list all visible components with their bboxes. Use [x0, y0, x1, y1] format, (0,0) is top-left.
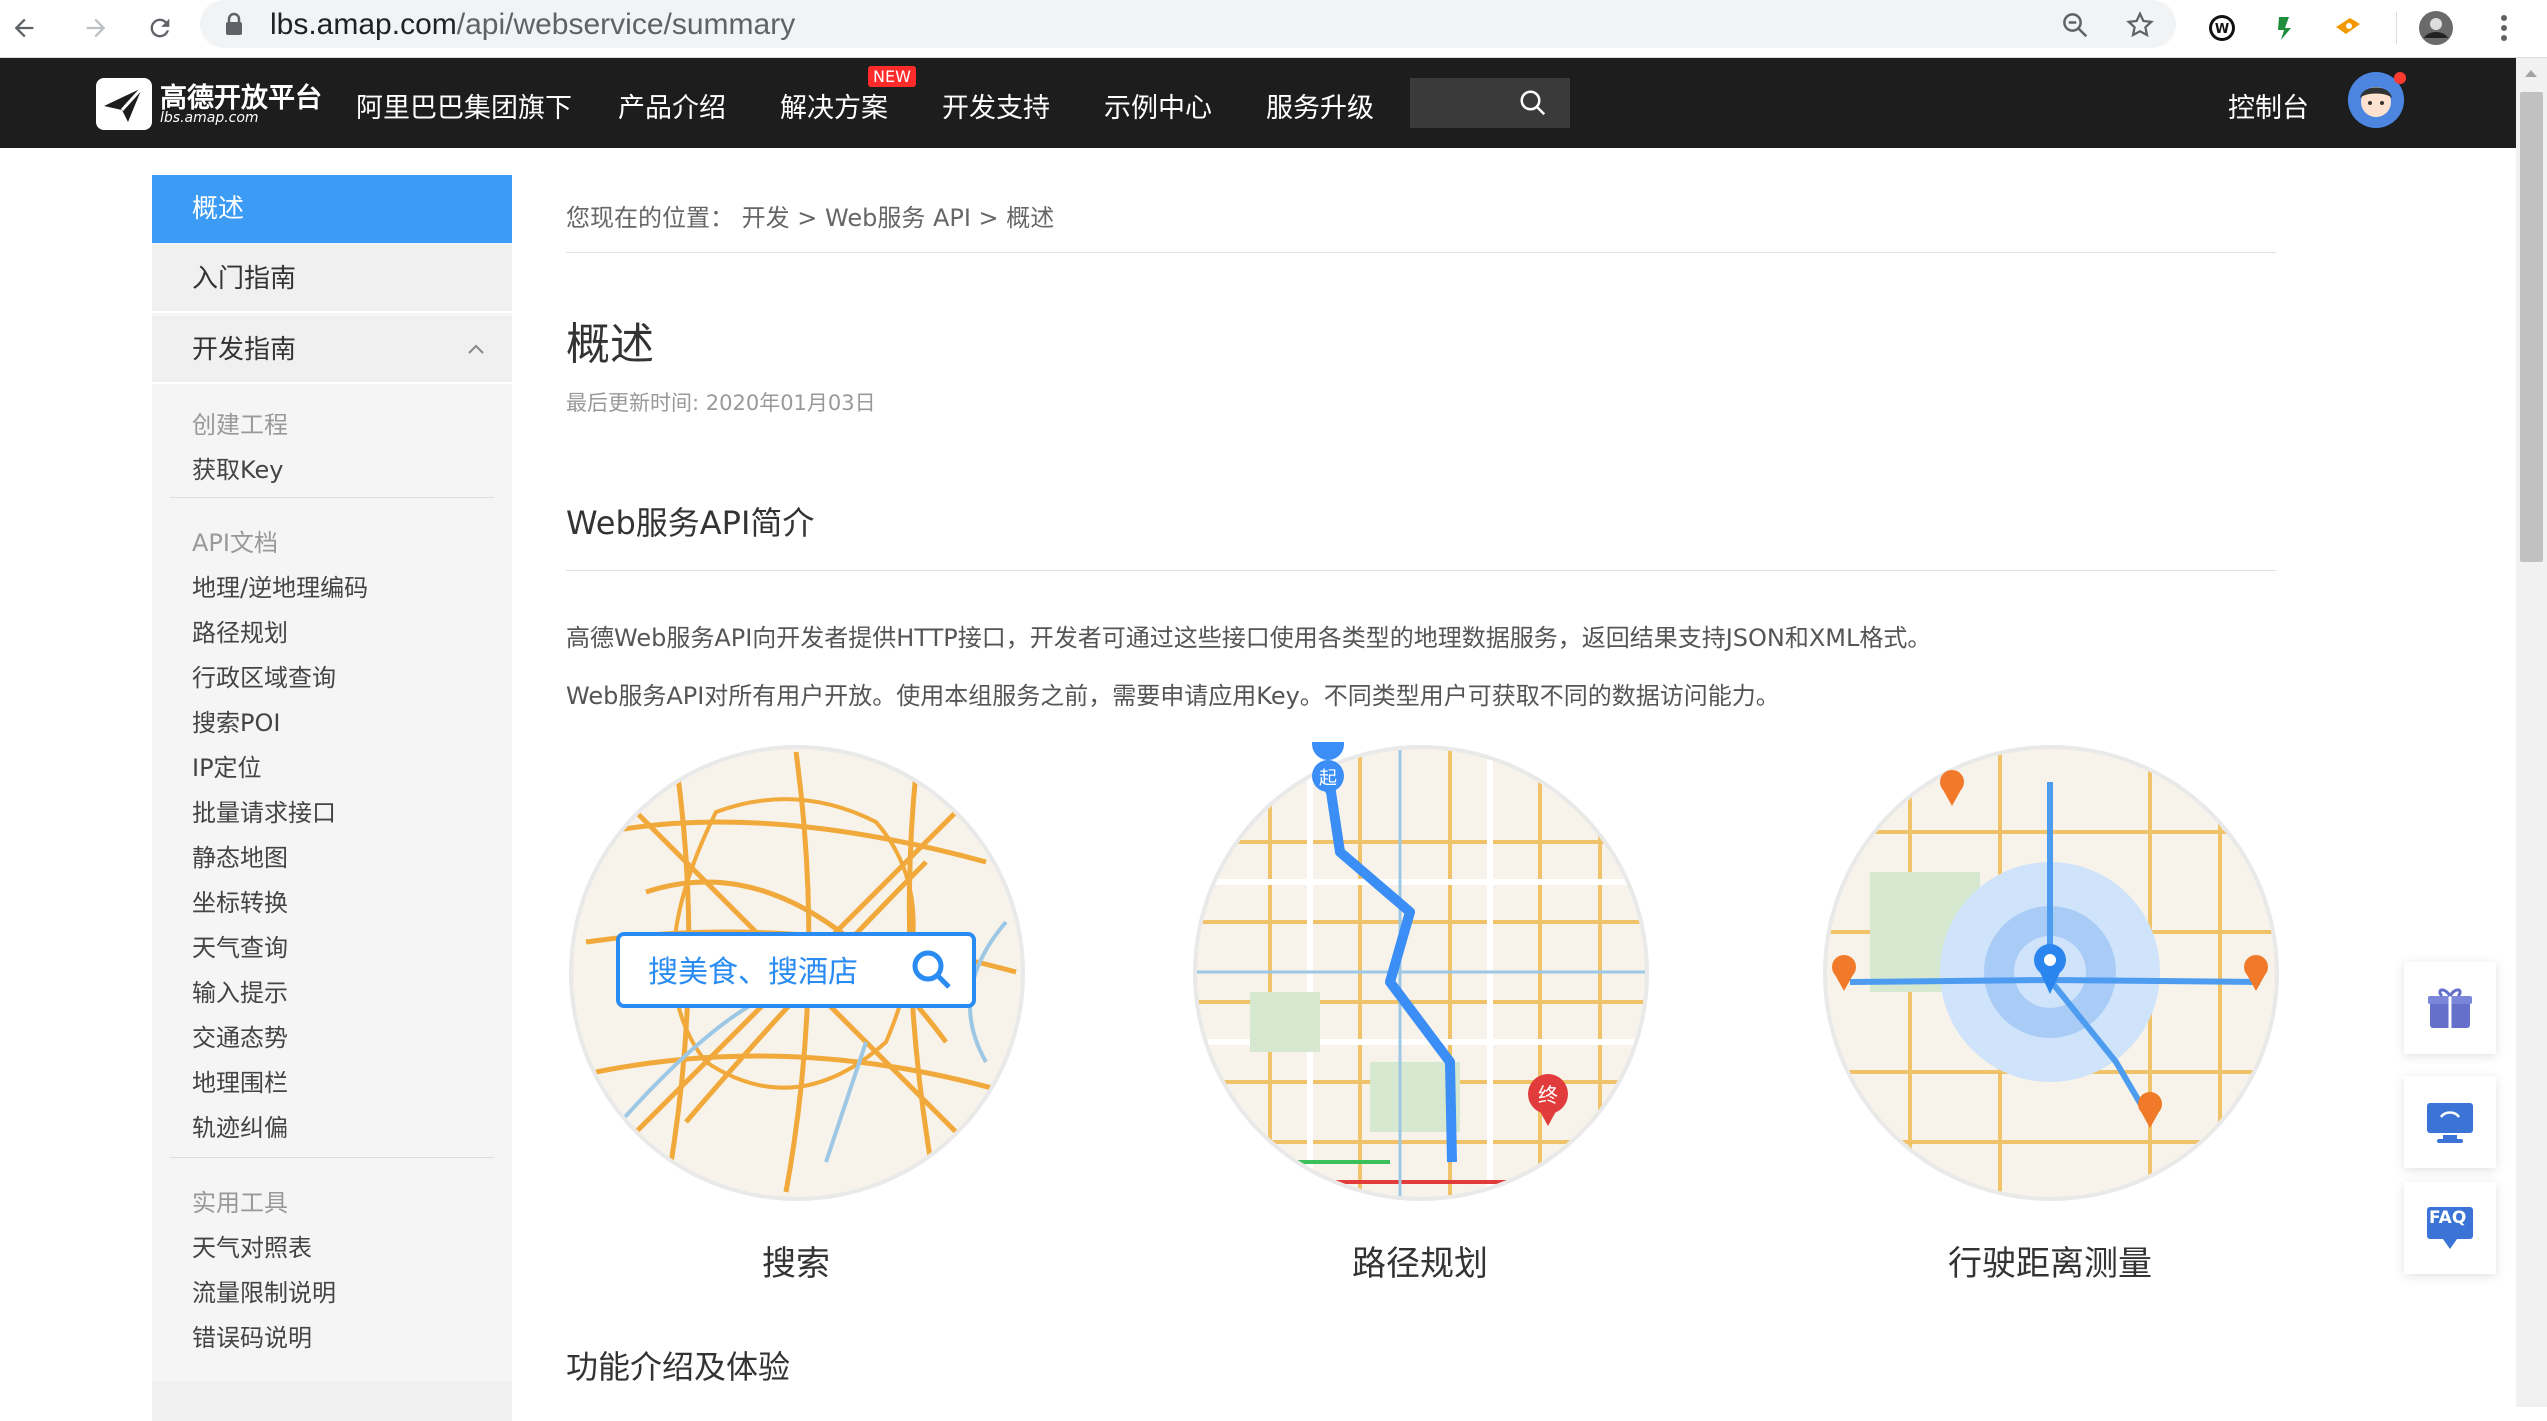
search-map-illustration: 搜美食、搜酒店: [569, 745, 1025, 1201]
faq-label: FAQ: [2429, 1208, 2467, 1228]
feature-label-route[interactable]: 路径规划: [1190, 1236, 1650, 1285]
sidebar-item-district-query[interactable]: 行政区域查询: [192, 658, 336, 693]
group-tools: 实用工具: [192, 1189, 288, 1217]
reload-icon[interactable]: [138, 6, 182, 50]
browser-toolbar: lbs.amap.com/api/webservice/summary W: [0, 0, 2547, 58]
last-updated: 最后更新时间: 2020年01月03日: [566, 391, 876, 415]
nav-dev-support[interactable]: 开发支持: [942, 86, 1050, 125]
breadcrumb: 您现在的位置： 开发 > Web服务 API > 概述: [566, 198, 1054, 233]
notification-dot: [2394, 72, 2406, 84]
sidebar-divider: [170, 1157, 494, 1158]
nav-service-upgrade[interactable]: 服务升级: [1266, 86, 1374, 125]
feature-label-search[interactable]: 搜索: [566, 1236, 1026, 1285]
distance-map-illustration: [1823, 745, 2279, 1201]
nav-examples[interactable]: 示例中心: [1104, 86, 1212, 125]
new-badge: NEW: [868, 66, 916, 87]
amap-logo[interactable]: 高德开放平台 lbs.amap.com: [96, 74, 336, 134]
nav-search-input[interactable]: [1410, 78, 1570, 128]
sidebar-item-dev-guide[interactable]: 开发指南: [152, 316, 512, 384]
nav-alibaba-group[interactable]: 阿里巴巴集团旗下: [356, 86, 572, 125]
logo-subtitle: lbs.amap.com: [160, 110, 259, 126]
breadcrumb-prefix: 您现在的位置：: [566, 204, 734, 232]
sidebar-item-ip-location[interactable]: IP定位: [192, 748, 262, 783]
sidebar-item-batch-request[interactable]: 批量请求接口: [192, 793, 336, 828]
section-title-intro: Web服务API简介: [566, 504, 815, 542]
group-api-docs: API文档: [192, 529, 278, 557]
group-create-project: 创建工程: [192, 411, 288, 439]
sidebar-item-geofence[interactable]: 地理围栏: [192, 1063, 288, 1098]
sidebar-item-geocoding[interactable]: 地理/逆地理编码: [192, 568, 368, 603]
sidebar-item-rate-limit[interactable]: 流量限制说明: [192, 1273, 336, 1308]
divider: [566, 252, 2276, 253]
amap-plane-icon: [96, 78, 152, 130]
sidebar-divider: [170, 497, 494, 498]
back-arrow-icon[interactable]: [2, 6, 46, 50]
bookmark-star-icon[interactable]: [2125, 10, 2155, 40]
nav-products[interactable]: 产品介绍: [618, 86, 726, 125]
extension-orange-icon[interactable]: [2326, 6, 2370, 50]
address-bar[interactable]: lbs.amap.com/api/webservice/summary: [200, 0, 2176, 48]
sidebar-item-search-poi[interactable]: 搜索POI: [192, 703, 280, 738]
sidebar-item-error-codes[interactable]: 错误码说明: [192, 1318, 312, 1353]
chevron-up-icon: [468, 344, 484, 354]
svg-text:终: 终: [1538, 1083, 1558, 1107]
more-menu-icon[interactable]: [2482, 6, 2526, 50]
toolbar-divider: [2396, 12, 2397, 44]
gift-icon: [2428, 988, 2472, 1028]
page-scrollbar[interactable]: [2516, 58, 2547, 1407]
gift-button[interactable]: [2404, 962, 2496, 1054]
console-link[interactable]: 控制台: [2228, 86, 2309, 125]
feature-label-distance[interactable]: 行驶距离测量: [1820, 1236, 2280, 1285]
feedback-button[interactable]: [2404, 1076, 2496, 1168]
extension-w-icon[interactable]: W: [2200, 6, 2244, 50]
site-header: 高德开放平台 lbs.amap.com 阿里巴巴集团旗下 产品介绍 解决方案 N…: [0, 58, 2516, 148]
sidebar-item-getting-started[interactable]: 入门指南: [152, 245, 512, 313]
search-icon[interactable]: [1518, 88, 1548, 118]
faq-button[interactable]: FAQ: [2404, 1182, 2496, 1274]
svg-text:起: 起: [1319, 768, 1337, 789]
divider: [566, 570, 2276, 571]
sidebar-item-static-map[interactable]: 静态地图: [192, 838, 288, 873]
url-text: lbs.amap.com/api/webservice/summary: [270, 8, 796, 41]
zoom-icon[interactable]: [2060, 10, 2090, 40]
sidebar-item-route-planning[interactable]: 路径规划: [192, 613, 288, 648]
section-title-features: 功能介绍及体验: [566, 1348, 791, 1386]
sidebar-item-track-correction[interactable]: 轨迹纠偏: [192, 1108, 288, 1143]
intro-paragraph-2: Web服务API对所有用户开放。使用本组服务之前，需要申请应用Key。不同类型用…: [566, 682, 1780, 710]
monitor-chat-icon: [2427, 1103, 2473, 1143]
lock-icon: [226, 12, 242, 35]
sidebar-item-weather-table[interactable]: 天气对照表: [192, 1228, 312, 1263]
sidebar-item-traffic[interactable]: 交通态势: [192, 1018, 288, 1053]
page-title: 概述: [566, 319, 654, 370]
breadcrumb-path[interactable]: 开发 > Web服务 API > 概述: [742, 204, 1055, 232]
sidebar-item-get-key[interactable]: 获取Key: [192, 450, 284, 485]
scroll-up-arrow-icon[interactable]: [2524, 68, 2538, 78]
profile-avatar-icon[interactable]: [2414, 6, 2458, 50]
scrollbar-thumb[interactable]: [2520, 92, 2543, 562]
sidebar: 概述 入门指南 开发指南 创建工程 获取Key API文档 地理/逆地理编码 路…: [152, 175, 512, 1421]
route-map-illustration: 起 终: [1193, 742, 1649, 1201]
sidebar-item-coord-convert[interactable]: 坐标转换: [192, 883, 288, 918]
intro-paragraph-1: 高德Web服务API向开发者提供HTTP接口，开发者可通过这些接口使用各类型的地…: [566, 624, 1932, 652]
sidebar-item-weather[interactable]: 天气查询: [192, 928, 288, 963]
sidebar-item-input-tips[interactable]: 输入提示: [192, 973, 288, 1008]
forward-arrow-icon[interactable]: [74, 6, 118, 50]
dev-guide-label: 开发指南: [192, 335, 297, 365]
svg-text:W: W: [2215, 22, 2229, 37]
nav-solutions[interactable]: 解决方案: [780, 86, 888, 125]
sidebar-item-overview[interactable]: 概述: [152, 175, 512, 243]
extension-green-icon[interactable]: [2264, 6, 2308, 50]
sidebar-item-next[interactable]: [152, 1381, 512, 1421]
search-box-text: 搜美食、搜酒店: [648, 955, 858, 990]
